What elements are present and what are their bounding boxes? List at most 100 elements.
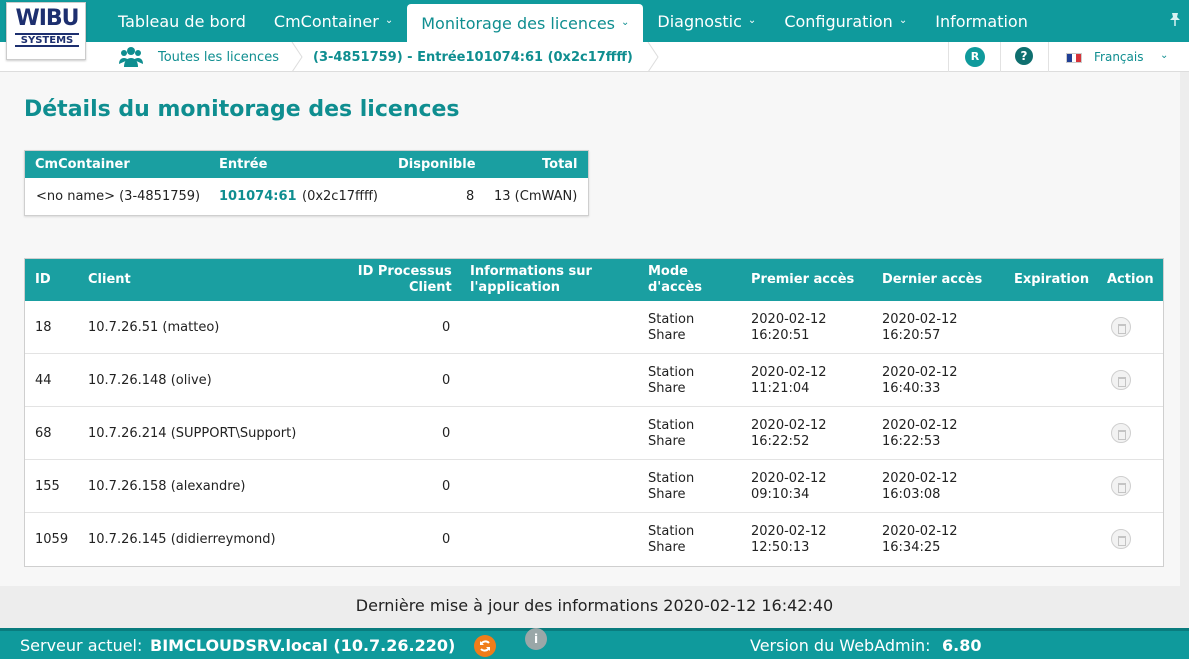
- row-last-time: 16:20:57: [882, 328, 941, 343]
- license-access-table: ID Client ID Processus Client Information…: [24, 258, 1164, 567]
- user-avatar-badge[interactable]: R: [965, 47, 985, 67]
- last-update-text: Dernière mise à jour des informations 20…: [355, 596, 834, 615]
- row-first-time: 11:21:04: [751, 381, 810, 396]
- row-mode-line1: Station: [648, 312, 695, 327]
- logo-subtext: SYSTEMS: [15, 33, 79, 47]
- content-panel: Détails du monitorage des licences CmCon…: [0, 72, 1180, 586]
- row-mode-line2: Share: [648, 381, 686, 396]
- row-id: 1059: [35, 532, 69, 547]
- col-first-access: Premier accès: [751, 272, 855, 287]
- row-last-time: 16:22:53: [882, 434, 941, 449]
- language-selector[interactable]: Français: [1094, 50, 1143, 64]
- col-pid-line1: ID Processus: [357, 264, 452, 279]
- trash-icon[interactable]: [1111, 370, 1131, 390]
- col-expiration: Expiration: [1014, 272, 1090, 287]
- row-first-date: 2020-02-12: [751, 312, 827, 327]
- row-first-date: 2020-02-12: [751, 471, 827, 486]
- trash-icon[interactable]: [1111, 317, 1131, 337]
- nav-cmcontainer[interactable]: CmContainer ⌄: [260, 0, 407, 42]
- french-flag-icon: [1066, 53, 1082, 63]
- entry-link[interactable]: 101074:61: [219, 189, 297, 204]
- row-last-time: 16:03:08: [882, 487, 941, 502]
- row-mode-line2: Share: [648, 540, 686, 555]
- version-value: 6.80: [942, 636, 982, 655]
- col-total: Total: [542, 157, 578, 172]
- trash-icon[interactable]: [1111, 476, 1131, 496]
- row-first-time: 09:10:34: [751, 487, 810, 502]
- row-pid: 0: [442, 320, 451, 335]
- chevron-down-icon[interactable]: ⌄: [1160, 50, 1168, 61]
- nav-information[interactable]: Information: [921, 0, 1042, 42]
- col-appinfo-line1: Informations sur: [470, 264, 592, 279]
- col-mode-line2: d'accès: [648, 280, 703, 295]
- row-id: 68: [35, 426, 52, 441]
- nav-diagnostic[interactable]: Diagnostic ⌄: [643, 0, 770, 42]
- col-entry: Entrée: [219, 157, 268, 172]
- refresh-icon[interactable]: [474, 635, 496, 657]
- row-first-time: 16:20:51: [751, 328, 810, 343]
- table-row: 155 10.7.26.158 (alexandre) 0 Station Share 2…: [25, 460, 1163, 513]
- trash-icon[interactable]: [1111, 529, 1131, 549]
- server-label: Serveur actuel:: [20, 636, 143, 655]
- col-mode: Mode d'accès: [648, 264, 702, 296]
- row-client: 10.7.26.148 (olive): [88, 373, 212, 388]
- row-mode-line2: Share: [648, 487, 686, 502]
- nav-configuration[interactable]: Configuration ⌄: [770, 0, 921, 42]
- status-bar: Serveur actuel: BIMCLOUDSRV.local (10.7.…: [0, 628, 1189, 659]
- row-client: 10.7.26.51 (matteo): [88, 320, 220, 335]
- divider: [948, 42, 949, 72]
- row-last-date: 2020-02-12: [882, 471, 958, 486]
- summary-header: CmContainer Entrée Disponible Total: [25, 151, 588, 178]
- nav-dashboard[interactable]: Tableau de bord: [104, 0, 260, 42]
- row-first-date: 2020-02-12: [751, 365, 827, 380]
- col-pid-line2: Client: [409, 280, 452, 295]
- wibu-logo[interactable]: WIBU SYSTEMS: [6, 2, 86, 60]
- summary-row: <no name> (3-4851759) 101074:61 (0x2c17f…: [25, 178, 588, 215]
- available-value: 8: [466, 189, 475, 204]
- table-row: 1059 10.7.26.145 (didierreymond) 0 Station S…: [25, 513, 1163, 566]
- chevron-down-icon: ⌄: [747, 14, 757, 26]
- row-mode-line2: Share: [648, 328, 686, 343]
- col-last-access: Dernier accès: [882, 272, 983, 287]
- row-first-time: 16:22:52: [751, 434, 810, 449]
- nav-dashboard-label: Tableau de bord: [118, 11, 246, 31]
- nav-information-label: Information: [935, 11, 1028, 31]
- pushpin-icon[interactable]: [1169, 12, 1181, 30]
- top-navigation: Tableau de bord CmContainer ⌄ Monitorage …: [0, 0, 1189, 42]
- summary-table: CmContainer Entrée Disponible Total <no …: [24, 150, 589, 216]
- table-row: 44 10.7.26.148 (olive) 0 Station Share 2020-0…: [25, 354, 1163, 407]
- info-icon[interactable]: i: [525, 628, 547, 650]
- col-client: Client: [88, 272, 131, 287]
- row-last-date: 2020-02-12: [882, 365, 958, 380]
- trash-icon[interactable]: [1111, 423, 1131, 443]
- row-mode-line1: Station: [648, 418, 695, 433]
- row-id: 155: [35, 479, 60, 494]
- table-header: ID Client ID Processus Client Information…: [25, 259, 1163, 301]
- row-last-date: 2020-02-12: [882, 524, 958, 539]
- row-id: 44: [35, 373, 52, 388]
- row-first-date: 2020-02-12: [751, 524, 827, 539]
- breadcrumb-separator-icon: [291, 42, 303, 72]
- table-row: 18 10.7.26.51 (matteo) 0 Station Share 2020-0…: [25, 301, 1163, 354]
- col-id: ID: [35, 272, 51, 287]
- breadcrumb-current: (3-4851759) - Entrée101074:61 (0x2c17fff…: [313, 50, 633, 65]
- logo-text: WIBU: [15, 6, 79, 31]
- version-label: Version du WebAdmin:: [750, 636, 931, 655]
- page-title: Détails du monitorage des licences: [24, 97, 460, 122]
- col-pid: ID Processus Client: [355, 264, 452, 296]
- breadcrumb-root-link[interactable]: Toutes les licences: [158, 50, 279, 65]
- help-icon[interactable]: ?: [1015, 47, 1033, 65]
- chevron-down-icon: ⌄: [384, 14, 394, 26]
- row-mode-line1: Station: [648, 524, 695, 539]
- row-last-date: 2020-02-12: [882, 418, 958, 433]
- row-client: 10.7.26.214 (SUPPORT\Support): [88, 426, 297, 441]
- table-body: 18 10.7.26.51 (matteo) 0 Station Share 2020-0…: [25, 301, 1163, 566]
- col-appinfo: Informations sur l'application: [470, 264, 592, 296]
- row-pid: 0: [442, 532, 451, 547]
- nav-license-monitoring[interactable]: Monitorage des licences ⌄: [407, 4, 644, 42]
- col-available: Disponible: [398, 157, 476, 172]
- row-first-time: 12:50:13: [751, 540, 810, 555]
- row-client: 10.7.26.145 (didierreymond): [88, 532, 276, 547]
- row-pid: 0: [442, 426, 451, 441]
- nav-diagnostic-label: Diagnostic: [657, 11, 742, 31]
